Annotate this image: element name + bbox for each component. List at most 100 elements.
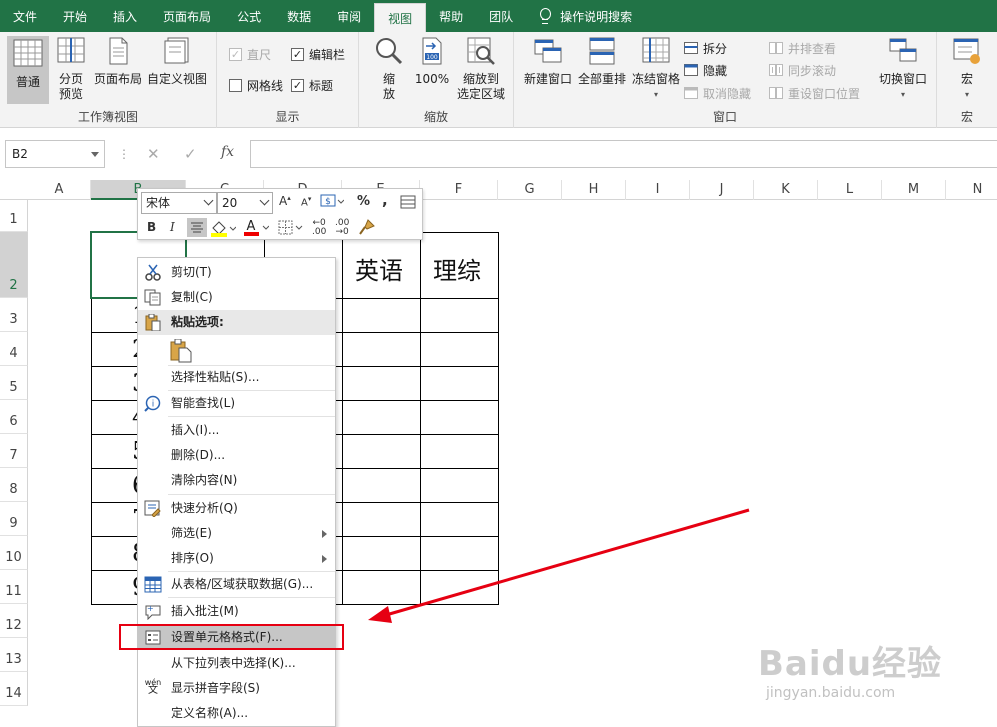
page-break-preview-button[interactable]: 分页 预览	[52, 36, 90, 102]
bold-button[interactable]: B	[147, 220, 156, 234]
column-header-i[interactable]: I	[626, 180, 690, 200]
header-cell-f[interactable]: 理综	[433, 251, 481, 286]
decrease-decimal-icon[interactable]: .00 →0	[335, 219, 349, 237]
tab-view[interactable]: 视图	[374, 3, 427, 32]
page-layout-view-button[interactable]: 页面布局	[92, 36, 144, 87]
column-header-n[interactable]: N	[946, 180, 997, 200]
zoom-to-selection-button[interactable]: 缩放到 选定区域	[453, 36, 509, 102]
insert-function-button[interactable]: fx	[221, 144, 234, 160]
new-window-button[interactable]: 新建窗口	[522, 36, 574, 87]
align-center-icon[interactable]	[187, 218, 207, 237]
font-color-icon[interactable]: A	[243, 218, 270, 240]
format-painter-table-icon[interactable]	[400, 195, 416, 213]
row-header-9[interactable]: 9	[0, 502, 28, 536]
row-header-3[interactable]: 3	[0, 298, 28, 332]
menu-item-show-phonetic[interactable]: wén 文 显示拼音字段(S)	[138, 676, 335, 701]
tab-review[interactable]: 审阅	[324, 0, 374, 32]
tab-insert[interactable]: 插入	[100, 0, 150, 32]
decrease-font-size-icon[interactable]: A▾	[301, 195, 311, 208]
menu-item-pick-from-list[interactable]: 从下拉列表中选择(K)...	[138, 651, 335, 676]
custom-views-button[interactable]: 自定义视图	[146, 36, 208, 87]
menu-item-quick-analysis[interactable]: 快速分析(Q)	[138, 496, 335, 521]
hide-button[interactable]: 隐藏	[684, 60, 727, 80]
menu-item-delete[interactable]: 删除(D)...	[138, 443, 335, 468]
menu-item-get-data-from-table[interactable]: 从表格/区域获取数据(G)...	[138, 572, 335, 597]
name-box[interactable]: B2	[5, 140, 105, 168]
row-header-2[interactable]: 2	[0, 232, 28, 298]
gridlines-checkbox[interactable]: 网格线	[229, 75, 283, 95]
view-side-by-side-button[interactable]: 并排查看	[769, 38, 836, 58]
column-header-a[interactable]: A	[28, 180, 91, 200]
menu-item-paste-special[interactable]: 选择性粘贴(S)...	[138, 365, 335, 390]
zoom-button[interactable]: 缩 放	[373, 36, 405, 102]
comma-style-button[interactable]: ,	[382, 191, 388, 209]
tab-file[interactable]: 文件	[0, 0, 50, 32]
table-column-border	[420, 232, 421, 605]
column-header-k[interactable]: K	[754, 180, 818, 200]
formula-bar-checkbox[interactable]: ✓ 编辑栏	[291, 44, 345, 64]
tab-help[interactable]: 帮助	[426, 0, 476, 32]
fill-color-icon[interactable]	[210, 219, 237, 241]
ruler-checkbox[interactable]: ✓ 直尺	[229, 44, 271, 64]
italic-button[interactable]: I	[170, 220, 175, 234]
column-header-l[interactable]: L	[818, 180, 882, 200]
synchronous-scrolling-button[interactable]: 同步滚动	[769, 60, 836, 80]
cancel-icon[interactable]: ✕	[147, 145, 160, 163]
menu-item-sort[interactable]: 排序(O)	[138, 546, 335, 571]
row-header-5[interactable]: 5	[0, 366, 28, 400]
tab-page-layout[interactable]: 页面布局	[150, 0, 224, 32]
tab-home[interactable]: 开始	[50, 0, 100, 32]
increase-font-size-icon[interactable]: A▴	[279, 194, 291, 208]
borders-icon[interactable]	[278, 220, 304, 240]
normal-view-button[interactable]: 普通	[7, 36, 49, 104]
column-header-h[interactable]: H	[562, 180, 626, 200]
menu-item-clear-contents[interactable]: 清除内容(N)	[138, 468, 335, 493]
tab-formulas[interactable]: 公式	[224, 0, 274, 32]
menu-item-define-name[interactable]: 定义名称(A)...	[138, 701, 335, 726]
row-header-6[interactable]: 6	[0, 400, 28, 434]
accounting-format-icon[interactable]: $	[320, 193, 345, 213]
header-cell-e[interactable]: 英语	[355, 251, 403, 286]
row-header-13[interactable]: 13	[0, 638, 28, 672]
macros-button[interactable]: 宏 ▾	[951, 36, 983, 102]
column-header-m[interactable]: M	[882, 180, 946, 200]
split-button[interactable]: 拆分	[684, 38, 727, 58]
menu-item-insert-comment[interactable]: + 插入批注(M)	[138, 599, 335, 624]
formula-input[interactable]	[250, 140, 997, 168]
column-header-f[interactable]: F	[420, 180, 498, 200]
row-header-1[interactable]: 1	[0, 200, 28, 232]
menu-item-cut[interactable]: 剪切(T)	[138, 260, 335, 285]
font-size-dropdown[interactable]: 20	[217, 192, 273, 214]
zoom-100-button[interactable]: 100 100%	[413, 36, 451, 87]
menu-item-insert[interactable]: 插入(I)...	[138, 418, 335, 443]
column-header-g[interactable]: G	[498, 180, 562, 200]
row-header-12[interactable]: 12	[0, 604, 28, 638]
arrange-all-button[interactable]: 全部重排	[576, 36, 628, 87]
menu-item-copy[interactable]: 复制(C)	[138, 285, 335, 310]
menu-item-smart-lookup[interactable]: i 智能查找(L)	[138, 391, 335, 416]
tell-me-search[interactable]: 操作说明搜索	[526, 0, 632, 32]
row-header-14[interactable]: 14	[0, 672, 28, 706]
row-header-4[interactable]: 4	[0, 332, 28, 366]
increase-decimal-icon[interactable]: ←0.00	[312, 219, 326, 237]
enter-check-icon[interactable]: ✓	[184, 145, 197, 163]
percent-style-button[interactable]: %	[357, 194, 370, 209]
row-header-7[interactable]: 7	[0, 434, 28, 468]
headings-checkbox[interactable]: ✓ 标题	[291, 75, 333, 95]
paste-button[interactable]	[138, 337, 335, 365]
unhide-button[interactable]: 取消隐藏	[684, 83, 751, 103]
font-name-dropdown[interactable]: 宋体	[141, 192, 217, 214]
row-header-8[interactable]: 8	[0, 468, 28, 502]
tab-team[interactable]: 团队	[476, 0, 526, 32]
switch-windows-button[interactable]: 切换窗口 ▾	[876, 36, 930, 102]
freeze-panes-button[interactable]: 冻结窗格 ▾	[630, 36, 682, 102]
tab-data[interactable]: 数据	[274, 0, 324, 32]
reset-window-position-button[interactable]: 重设窗口位置	[769, 83, 860, 103]
column-header-j[interactable]: J	[690, 180, 754, 200]
menu-item-filter[interactable]: 筛选(E)	[138, 521, 335, 546]
row-header-11[interactable]: 11	[0, 570, 28, 604]
row-header-10[interactable]: 10	[0, 536, 28, 570]
chevron-down-icon[interactable]	[91, 152, 99, 157]
format-painter-icon[interactable]	[358, 218, 376, 240]
mini-toolbar: 宋体 20 A▴ A▾ $ % , B I A ←0.00 .00 →0	[137, 188, 423, 240]
